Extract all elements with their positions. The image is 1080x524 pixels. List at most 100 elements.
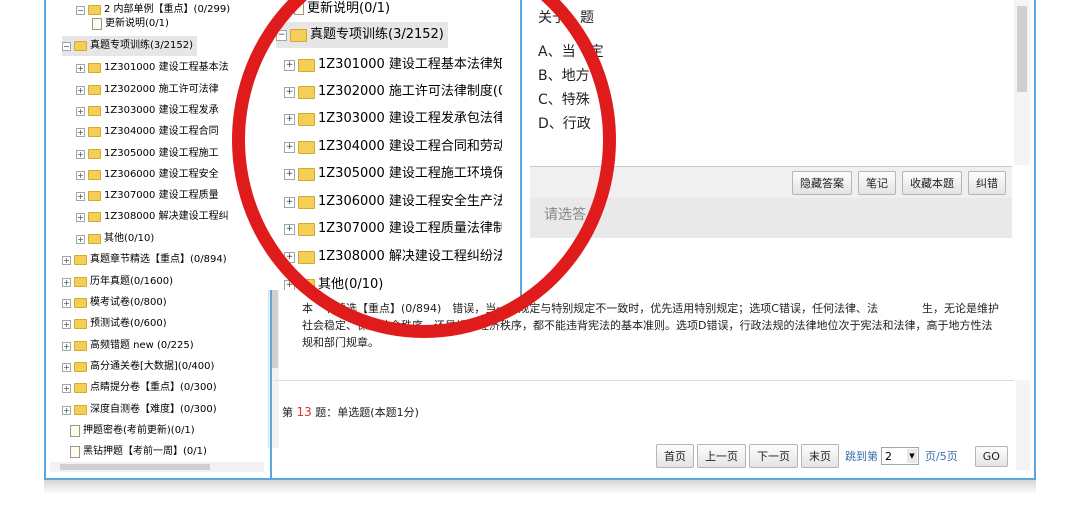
pager: 首页 上一页 下一页 末页 跳到第 2 ▼ 页/5页 GO xyxy=(656,444,1008,468)
expand-icon[interactable]: + xyxy=(76,63,85,73)
left_tree-item[interactable]: +1Z303000 建设工程发承 xyxy=(76,101,219,121)
expand-icon[interactable]: + xyxy=(62,383,71,393)
folder-icon xyxy=(88,149,101,159)
left_tree-item[interactable]: +1Z301000 建设工程基本法 xyxy=(76,58,229,78)
expand-icon[interactable]: + xyxy=(76,149,85,159)
left_tree-item[interactable]: + 高分通关卷[大数据](0/400) xyxy=(62,357,214,377)
folder-icon xyxy=(74,319,87,329)
expand-icon[interactable]: + xyxy=(76,191,85,201)
left_tree-item[interactable]: +1Z304000 建设工程合同 xyxy=(76,122,219,142)
left_tree-item-label: 模考试卷(0/800) xyxy=(90,297,167,308)
page-select-value: 2 xyxy=(885,450,892,463)
expand-icon[interactable]: + xyxy=(62,277,71,287)
expand-icon[interactable]: + xyxy=(62,362,71,372)
expand-icon[interactable]: + xyxy=(76,106,85,116)
left_tree-item-label: 高分通关卷[大数据](0/400) xyxy=(90,361,215,372)
expand-icon[interactable]: + xyxy=(76,127,85,137)
folder-icon xyxy=(74,383,87,393)
expand-icon[interactable]: + xyxy=(76,85,85,95)
folder-icon xyxy=(74,362,87,372)
report-error-button[interactable]: 纠错 xyxy=(968,170,1006,195)
left_tree-item-label: 1Z303000 建设工程发承 xyxy=(104,105,219,116)
left_tree-item[interactable]: + 深度自测卷【难度】(0/300) xyxy=(62,400,217,420)
left_tree-item-label: 1Z308000 解决建设工程纠 xyxy=(104,211,229,222)
left_tree-item-label: 更新说明(0/1) xyxy=(105,18,169,29)
left_tree-item[interactable]: +1Z306000 建设工程安全 xyxy=(76,165,219,185)
left_tree-item[interactable]: 押题密卷(考前更新)(0/1) xyxy=(70,421,195,441)
notes-button[interactable]: 笔记 xyxy=(858,170,896,195)
folder-icon xyxy=(88,170,101,180)
folder-icon xyxy=(74,277,87,287)
hide-answer-button[interactable]: 隐藏答案 xyxy=(792,170,852,195)
left_tree-item[interactable]: + 真题章节精选【重点】(0/894) xyxy=(62,250,227,270)
go-button[interactable]: GO xyxy=(974,445,1008,467)
question-prefix: 第 xyxy=(282,406,293,419)
left-tree-hscroll-thumb[interactable] xyxy=(60,464,210,470)
question-scrollbar[interactable] xyxy=(1014,0,1030,165)
left-tree-panel: −2 内部单例【重点】(0/299) 更新说明(0/1) − 真题专项训练(3/215… xyxy=(46,0,279,478)
window-shadow xyxy=(44,480,1036,494)
left_tree-item-label: 预测试卷(0/600) xyxy=(90,318,167,329)
jump-label: 跳到第 xyxy=(845,450,878,463)
expand-icon[interactable]: + xyxy=(62,298,71,308)
folder-icon xyxy=(88,106,101,116)
left_tree-item[interactable]: + 模考试卷(0/800) xyxy=(62,293,167,313)
left_tree-item[interactable]: +1Z308000 解决建设工程纠 xyxy=(76,207,229,227)
left_tree-item[interactable]: + 其他(0/10) xyxy=(76,229,154,249)
content-divider xyxy=(274,380,1014,381)
left_tree-item-label: 深度自测卷【难度】(0/300) xyxy=(90,404,217,415)
document-icon xyxy=(92,18,102,30)
chevron-down-icon[interactable]: ▼ xyxy=(907,449,917,463)
left_tree-item-label: 高频错题 new (0/225) xyxy=(90,340,194,351)
left_tree-item-label: 1Z301000 建设工程基本法 xyxy=(104,62,229,73)
expand-icon[interactable]: + xyxy=(76,212,85,222)
left-tree: −2 内部单例【重点】(0/299) 更新说明(0/1) − 真题专项训练(3/215… xyxy=(48,0,268,462)
document-icon xyxy=(70,446,80,458)
folder-icon xyxy=(88,85,101,95)
left_tree-item-label: 1Z306000 建设工程安全 xyxy=(104,169,219,180)
folder-icon xyxy=(74,405,87,415)
expand-icon[interactable]: + xyxy=(62,319,71,329)
left_tree-item[interactable]: + 历年真题(0/1600) xyxy=(62,272,173,292)
left_tree-item-label: 历年真题(0/1600) xyxy=(90,276,173,287)
left_tree-item[interactable]: + 点睛提分卷【重点】(0/300) xyxy=(62,378,217,398)
folder-icon xyxy=(88,212,101,222)
last-page-button[interactable]: 末页 xyxy=(801,444,839,468)
left_tree-item[interactable]: 更新说明(0/1) xyxy=(92,14,169,34)
left-tree-hscrollbar[interactable] xyxy=(50,462,264,472)
left_tree-item[interactable]: +1Z307000 建设工程质量 xyxy=(76,186,219,206)
prev-page-button[interactable]: 上一页 xyxy=(697,444,746,468)
folder-icon xyxy=(88,191,101,201)
left_tree-item[interactable]: +1Z302000 施工许可法律 xyxy=(76,80,219,100)
expand-icon[interactable]: + xyxy=(76,170,85,180)
question-scroll-thumb[interactable] xyxy=(1017,6,1027,92)
expand-icon[interactable]: + xyxy=(62,405,71,415)
collapse-icon[interactable]: − xyxy=(62,41,71,51)
left_tree-item[interactable]: + 高频错题 new (0/225) xyxy=(62,336,194,356)
left_tree-item-label: 1Z307000 建设工程质量 xyxy=(104,190,219,201)
folder-icon xyxy=(74,341,87,351)
question-number: 13 xyxy=(296,405,312,419)
left_tree-item-label: 其他(0/10) xyxy=(104,233,155,244)
expand-icon[interactable]: + xyxy=(62,255,71,265)
left_tree-item-label: 真题专项训练(3/2152) xyxy=(90,40,193,51)
question-suffix: 题：单选题(本题1分) xyxy=(315,406,419,419)
left_tree-item[interactable]: +1Z305000 建设工程施工 xyxy=(76,144,219,164)
left_tree-item-label: 真题章节精选【重点】(0/894) xyxy=(90,254,227,265)
left_tree-item[interactable]: − 真题专项训练(3/2152) xyxy=(62,36,197,56)
folder-icon xyxy=(74,41,87,51)
left_tree-item[interactable]: 黑钻押题【考前一周】(0/1) xyxy=(70,442,207,462)
favorite-button[interactable]: 收藏本题 xyxy=(902,170,962,195)
first-page-button[interactable]: 首页 xyxy=(656,444,694,468)
expand-icon[interactable]: + xyxy=(76,234,85,244)
left_tree-item[interactable]: + 预测试卷(0/600) xyxy=(62,314,167,334)
left_tree-item-label: 1Z305000 建设工程施工 xyxy=(104,148,219,159)
folder-icon xyxy=(74,298,87,308)
next-page-button[interactable]: 下一页 xyxy=(749,444,798,468)
expand-icon[interactable]: + xyxy=(62,341,71,351)
left_tree-item-label: 点睛提分卷【重点】(0/300) xyxy=(90,382,217,393)
lower-scrollbar[interactable] xyxy=(1016,380,1030,470)
folder-icon xyxy=(74,255,87,265)
collapse-icon[interactable]: − xyxy=(76,5,85,15)
page-select[interactable]: 2 ▼ xyxy=(881,447,919,465)
